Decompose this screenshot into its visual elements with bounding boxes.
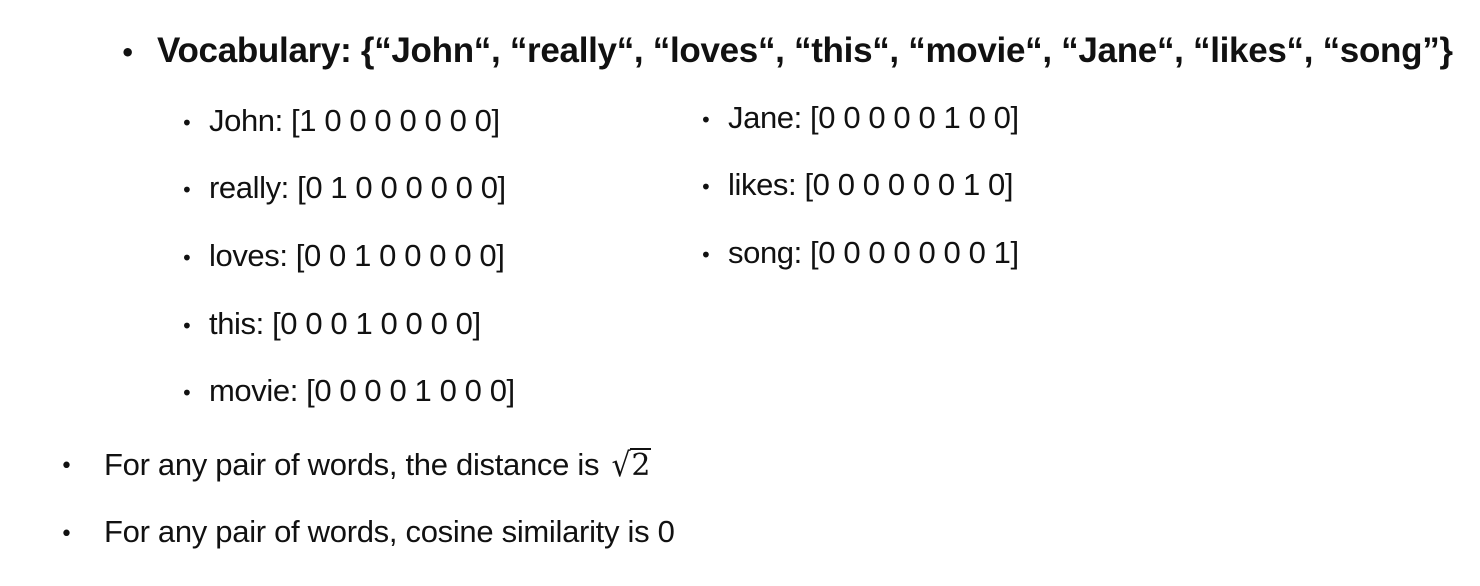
- note-text: For any pair of words, the distance is: [104, 447, 600, 482]
- vector-text: song: [0 0 0 0 0 0 0 1]: [728, 235, 1019, 270]
- vector-text: John: [1 0 0 0 0 0 0 0]: [209, 103, 500, 138]
- bullet: •: [60, 454, 73, 479]
- note-distance: • For any pair of words, the distance is…: [60, 447, 652, 482]
- vector-text: movie: [0 0 0 0 1 0 0 0]: [209, 373, 515, 408]
- bullet: •: [700, 175, 712, 199]
- note-text: For any pair of words, cosine similarity…: [104, 514, 675, 549]
- radical-sign: √: [611, 446, 631, 485]
- vocabulary-text: Vocabulary: {“John“, “really“, “loves“, …: [157, 31, 1453, 70]
- bullet: •: [700, 243, 712, 267]
- vector-text: likes: [0 0 0 0 0 0 1 0]: [728, 167, 1014, 202]
- vector-item-really: • really: [0 1 0 0 0 0 0 0]: [181, 170, 506, 205]
- sqrt-two-formula: √2: [612, 448, 652, 482]
- vector-item-song: • song: [0 0 0 0 0 0 0 1]: [700, 235, 1019, 270]
- bullet: •: [60, 522, 73, 547]
- vector-text: Jane: [0 0 0 0 0 1 0 0]: [728, 100, 1019, 135]
- vector-text: really: [0 1 0 0 0 0 0 0]: [209, 170, 506, 205]
- vector-item-john: • John: [1 0 0 0 0 0 0 0]: [181, 103, 500, 138]
- vector-item-this: • this: [0 0 0 1 0 0 0 0]: [181, 306, 481, 341]
- note-cosine: • For any pair of words, cosine similari…: [60, 514, 675, 549]
- radicand: 2: [630, 448, 652, 483]
- bullet: •: [181, 246, 193, 270]
- bullet: •: [181, 111, 193, 135]
- vector-item-likes: • likes: [0 0 0 0 0 0 1 0]: [700, 167, 1014, 202]
- vector-item-movie: • movie: [0 0 0 0 1 0 0 0]: [181, 373, 515, 408]
- vector-item-loves: • loves: [0 0 1 0 0 0 0 0]: [181, 238, 505, 273]
- vocabulary-heading: • Vocabulary: {“John“, “really“, “loves“…: [120, 31, 1453, 70]
- vector-text: this: [0 0 0 1 0 0 0 0]: [209, 306, 481, 341]
- bullet: •: [181, 314, 193, 338]
- bullet: •: [181, 178, 193, 202]
- bullet: •: [700, 108, 712, 132]
- vector-text: loves: [0 0 1 0 0 0 0 0]: [209, 238, 505, 273]
- bullet: •: [120, 39, 136, 67]
- vector-item-jane: • Jane: [0 0 0 0 0 1 0 0]: [700, 100, 1019, 135]
- bullet: •: [181, 381, 193, 405]
